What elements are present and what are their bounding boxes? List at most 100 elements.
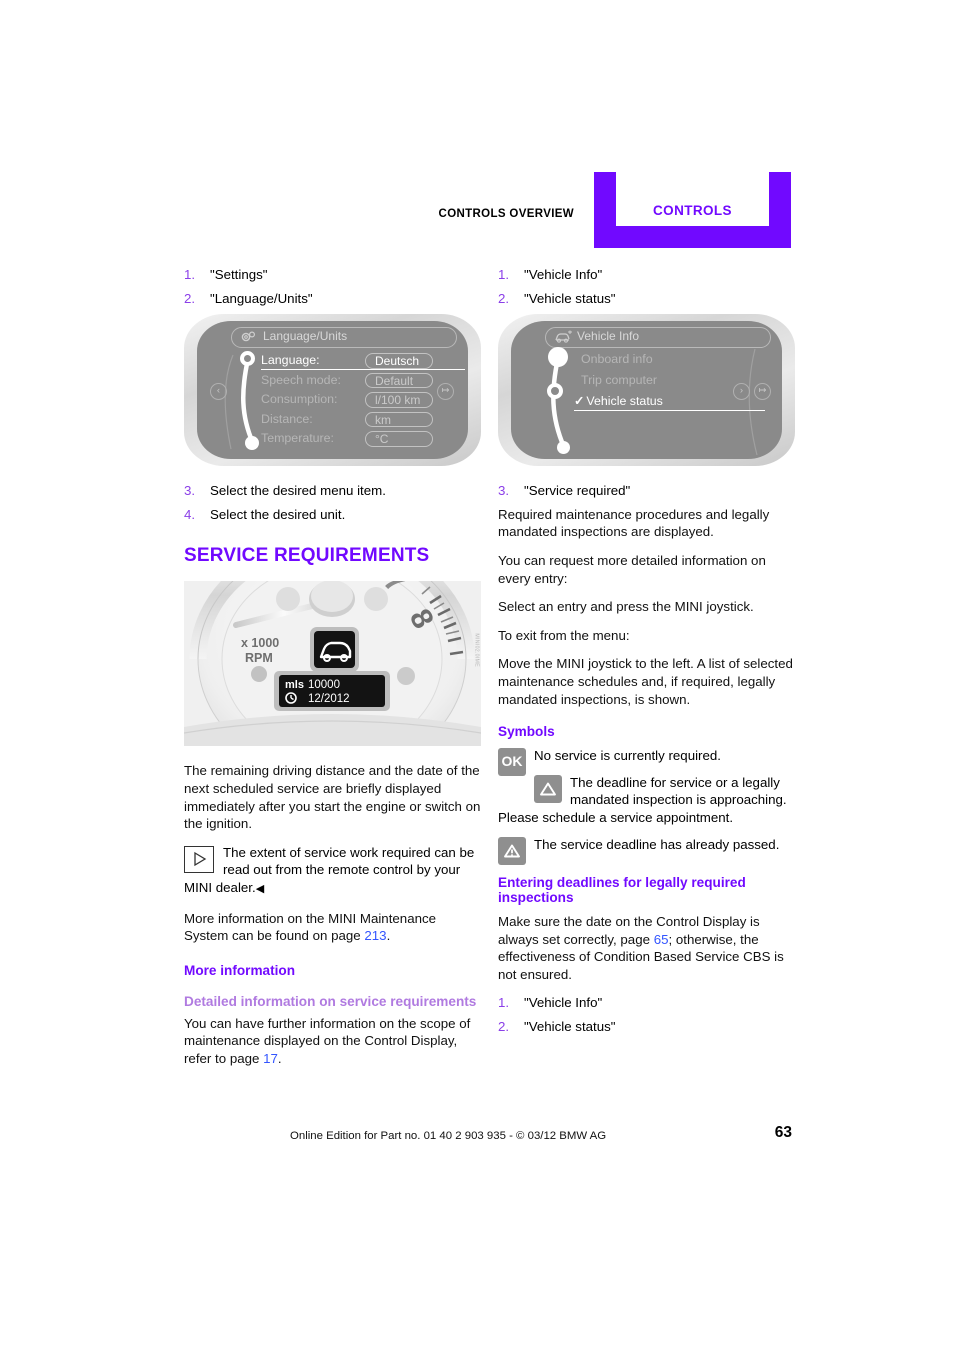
idrive-display: Vehicle Info Onboard info Trip computer … [498,314,795,467]
chapter-tab-label: CONTROLS [653,202,732,218]
note-block: The extent of service work required can … [184,844,481,899]
image-credit: MINI02.0IME [474,633,480,668]
list-text: "Vehicle status" [524,290,616,306]
list-number: 2. [498,1019,510,1035]
svg-text:RPM: RPM [245,651,273,665]
paragraph-move-joystick: Move the MINI joystick to the left. A li… [498,656,793,707]
menu-row-label: Trip computer [581,373,657,388]
paragraph-post: . [386,928,391,944]
menu-row-temperature[interactable]: Temperature: °C [261,429,461,449]
paragraph-detailed-request: You can request more detailed informatio… [498,552,766,586]
svg-text:12/2012: 12/2012 [308,693,350,705]
deadlines-steps: 1. "Vehicle Info" 2. "Vehicle status" [498,994,795,1035]
left-steps-bottom: 3. Select the desired menu item. 4. Sele… [184,482,481,523]
list-text: "Vehicle status" [524,1019,616,1035]
list-number: 2. [184,290,196,306]
list-item: 1. "Vehicle Info" [498,994,795,1012]
idrive-display: Language/Units Language: Deutsch Speech … [184,314,481,467]
menu-row-distance[interactable]: Distance: km [261,410,461,430]
paragraph-required-maintenance: Required maintenance procedures and lega… [498,506,770,540]
list-text: "Service required" [524,483,631,499]
menu-row-speech-mode[interactable]: Speech mode: Default [261,371,461,391]
symbol-row-warning: The deadline for service or a legally ma… [498,774,795,827]
figure-vehicle-info-display: Vehicle Info Onboard info Trip computer … [498,314,795,467]
list-number: 1. [498,267,510,282]
display-screen: Language/Units Language: Deutsch Speech … [197,321,468,460]
page-header: CONTROLS CONTROLS OVERVIEW [0,0,954,250]
list-item: 4. Select the desired unit. [184,506,481,524]
left-column: 1. "Settings" 2. "Language/Units" Langua… [184,266,481,1079]
note-text: The extent of service work required can … [184,844,475,895]
paragraph-detailed-information: You can have further information on the … [184,1015,481,1068]
list-number: 1. [184,267,196,282]
list-item: 3. "Service required" [498,482,795,500]
note-end-marker: ◀ [255,882,265,895]
paragraph-exit-menu: To exit from the menu: [498,627,630,643]
list-item: 2. "Vehicle status" [498,1018,795,1036]
list-item: 1. "Settings" [184,266,481,284]
paragraph-select-entry: Select an entry and press the MINI joyst… [498,599,754,615]
heading-symbols: Symbols [498,724,555,740]
paragraph-post: . [277,1050,282,1066]
menu-row-value[interactable]: °C [365,431,433,447]
list-item: 2. "Vehicle status" [498,290,795,308]
display-screen: Vehicle Info Onboard info Trip computer … [511,321,782,460]
svg-text:10000: 10000 [308,679,340,691]
paragraph-control-display-date: Make sure the date on the Control Displa… [498,913,795,983]
svg-text:x 1000: x 1000 [241,636,279,650]
right-step-3: 3. "Service required" [498,482,795,500]
menu-row-label: Distance: [261,411,313,426]
page-number: 63 [774,1124,792,1141]
right-steps-top: 1. "Vehicle Info" 2. "Vehicle status" [498,266,795,307]
page-reference-65[interactable]: 65 [654,932,669,947]
list-text: "Language/Units" [210,290,313,306]
paragraph-pre: More information on the MINI Maintenance… [184,910,437,944]
list-number: 4. [184,506,196,522]
heading-more-information: More information [184,962,296,978]
speedometer-image: 8 7 x 1000 RPM mls 10000 12/2012 MINI02.… [184,581,481,747]
figure-language-units-display: Language/Units Language: Deutsch Speech … [184,314,481,467]
menu-row-value[interactable]: l/100 km [365,392,433,408]
list-text: "Vehicle Info" [524,995,603,1011]
figure-instrument-cluster: 8 7 x 1000 RPM mls 10000 12/2012 MINI02.… [184,581,481,747]
paragraph-maintenance-system: More information on the MINI Maintenance… [184,910,481,945]
paragraph-remaining-distance: The remaining driving distance and the d… [184,763,481,832]
left-steps-top: 1. "Settings" 2. "Language/Units" [184,266,481,307]
triangle-right-icon [184,845,214,873]
menu-row-onboard-info[interactable]: Onboard info [581,349,761,370]
menu-row-label: Onboard info [581,352,653,367]
list-text: "Settings" [210,267,268,282]
menu-row-value[interactable]: Deutsch [365,353,433,369]
page-reference-17[interactable]: 17 [263,1051,278,1066]
warning-triangle-icon [534,774,562,803]
list-number: 1. [498,995,510,1011]
menu-row-label: Vehicle status [586,394,663,409]
list-number: 2. [498,290,510,306]
page-title: SERVICE REQUIREMENTS [184,545,430,567]
alert-triangle-icon [498,836,526,865]
symbol-row-ok: OK No service is currently required. [498,747,795,777]
display-menu-rows: Language: Deutsch Speech mode: Default C… [261,351,465,449]
menu-row-consumption[interactable]: Consumption: l/100 km [261,390,461,410]
paragraph-pre: You can have further information on the … [184,1015,471,1066]
menu-row-language[interactable]: Language: Deutsch [261,351,465,371]
checkmark-icon: ✓ [574,394,585,409]
heading-entering-deadlines: Entering deadlines for legally required … [498,875,746,906]
right-column: 1. "Vehicle Info" 2. "Vehicle status" Ve… [498,266,795,1042]
list-text: Select the desired unit. [210,506,346,522]
page-reference-213[interactable]: 213 [364,928,386,943]
list-item: 1. "Vehicle Info" [498,266,795,284]
menu-row-label: Consumption: [261,392,338,407]
list-item: 3. Select the desired menu item. [184,482,481,500]
speedometer-artwork: 8 7 x 1000 RPM mls 10000 12/2012 [184,581,481,747]
ok-badge-icon: OK [498,748,526,777]
svg-text:mls: mls [285,679,304,691]
menu-row-value[interactable]: km [365,411,433,428]
footer-edition-text: Online Edition for Part no. 01 40 2 903 … [290,1130,607,1142]
list-text: Select the desired menu item. [210,483,386,499]
display-menu-rows: Onboard info Trip computer ✓ Vehicle stat… [574,349,765,412]
symbol-row-alert: The service deadline has already passed. [498,836,795,865]
menu-row-value[interactable]: Default [365,372,433,389]
list-number: 3. [184,483,196,499]
running-head-overview: CONTROLS OVERVIEW [438,208,574,220]
